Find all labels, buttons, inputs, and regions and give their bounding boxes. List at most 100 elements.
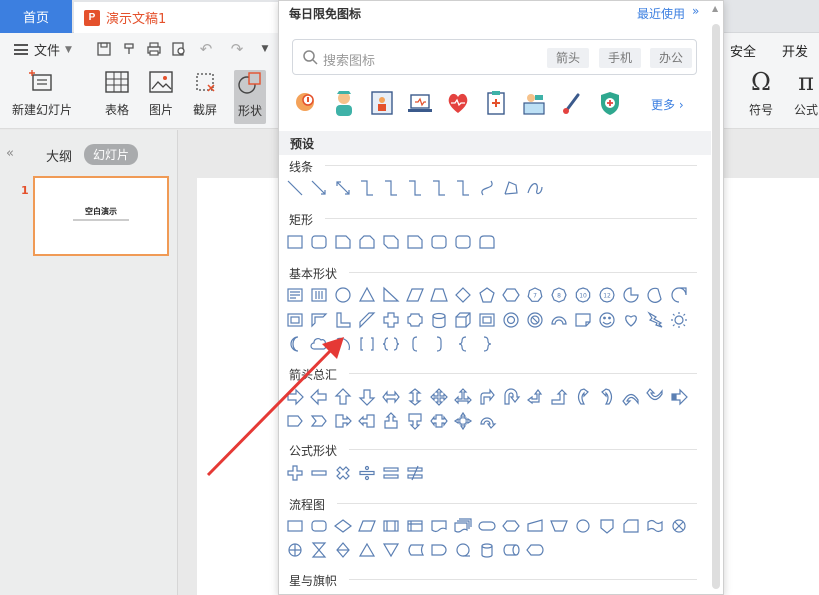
formula-shape-1[interactable] [287, 465, 303, 481]
flow-row2-shape-7[interactable] [431, 544, 447, 556]
new-slide-button[interactable]: 新建幻灯片 [12, 69, 72, 118]
basic-row2-shape-16[interactable] [647, 311, 663, 328]
flow-row2-shape-11[interactable] [526, 544, 544, 556]
formula-shape-4[interactable] [359, 465, 375, 481]
flow-row2-shape-6[interactable] [408, 544, 425, 556]
basic-row1-shape-17[interactable] [671, 287, 687, 303]
basic-row2-shape-14[interactable] [599, 312, 615, 328]
arrows-row1-shape-17[interactable] [671, 388, 688, 406]
basic-row1-shape-9[interactable] [479, 287, 495, 303]
arrows-row2-shape-7[interactable] [430, 414, 448, 428]
tab-outline[interactable]: 大纲 [46, 146, 72, 165]
screenshot-button[interactable]: 截屏 [192, 69, 218, 118]
arrows-row1-shape-10[interactable] [504, 388, 521, 405]
basic-row2-shape-17[interactable] [671, 312, 687, 328]
collapse-panel-icon[interactable]: « [6, 146, 14, 161]
basic-row1-shape-11[interactable]: 7 [527, 287, 543, 302]
lines-shape-9[interactable] [481, 180, 493, 196]
basic-row2-shape-1[interactable] [287, 313, 303, 327]
arrows-row1-shape-13[interactable] [577, 388, 589, 405]
tab-home[interactable]: 首页 [0, 0, 72, 33]
arrows-row2-shape-3[interactable] [335, 414, 352, 428]
tab-document[interactable]: P 演示文稿1 [74, 2, 284, 33]
arrows-row1-shape-11[interactable] [527, 389, 543, 405]
rect-shape-3[interactable] [335, 235, 351, 249]
arrows-row1-shape-3[interactable] [334, 388, 352, 405]
basic-row1-shape-7[interactable] [430, 288, 448, 302]
shape-button[interactable]: 形状 [234, 70, 266, 124]
formula-button[interactable]: π 公式 [793, 68, 819, 118]
print-preview-icon[interactable] [170, 40, 188, 58]
basic-row2-shape-11[interactable] [527, 312, 543, 328]
flow-row1-shape-2[interactable] [311, 520, 327, 532]
flow-row2-shape-9[interactable] [481, 543, 493, 558]
arrows-row2-shape-2[interactable] [310, 415, 327, 427]
flow-row1-shape-9[interactable] [478, 521, 496, 531]
basic-row3-shape-6[interactable] [412, 336, 418, 352]
flow-row1-shape-5[interactable] [383, 520, 399, 532]
flow-row1-shape-10[interactable] [502, 520, 520, 532]
flow-row1-shape-6[interactable] [407, 520, 423, 532]
format-painter-icon[interactable] [120, 40, 138, 58]
flow-row2-shape-1[interactable] [288, 543, 302, 557]
basic-row1-shape-13[interactable]: 10 [575, 287, 591, 303]
arrows-row2-shape-1[interactable] [287, 415, 303, 427]
flow-row1-shape-12[interactable] [550, 520, 568, 532]
arrows-row1-shape-2[interactable] [310, 388, 327, 406]
basic-row2-shape-2[interactable] [311, 313, 328, 328]
flow-row1-shape-15[interactable] [623, 519, 639, 533]
rect-shape-9[interactable] [479, 235, 495, 249]
lines-shape-11[interactable] [527, 183, 543, 195]
arrows-row1-shape-5[interactable] [382, 390, 400, 404]
lines-shape-5[interactable] [385, 180, 397, 196]
arrows-row1-shape-7[interactable] [430, 388, 448, 406]
save-icon[interactable] [95, 40, 113, 58]
flow-row1-shape-16[interactable] [647, 519, 663, 533]
flow-row2-shape-3[interactable] [336, 542, 350, 558]
formula-shape-6[interactable] [407, 465, 423, 481]
flow-row1-shape-3[interactable] [334, 519, 352, 533]
formula-shape-2[interactable] [311, 470, 327, 476]
more-quick-access-icon[interactable]: ▼ [256, 40, 274, 58]
basic-row1-shape-2[interactable] [311, 288, 327, 302]
flow-row1-shape-7[interactable] [431, 520, 447, 533]
basic-row2-shape-13[interactable] [575, 313, 591, 327]
basic-row1-shape-15[interactable] [623, 287, 639, 303]
lines-shape-8[interactable] [457, 180, 469, 196]
lines-shape-4[interactable] [361, 180, 373, 196]
rect-shape-7[interactable] [431, 235, 447, 249]
arrows-row1-shape-15[interactable] [622, 393, 639, 406]
basic-row2-shape-9[interactable] [479, 313, 495, 327]
basic-row1-shape-1[interactable] [287, 288, 303, 302]
arrows-row1-shape-9[interactable] [480, 388, 495, 405]
flow-row2-shape-8[interactable] [456, 543, 470, 557]
basic-row2-shape-5[interactable] [383, 312, 399, 328]
flow-row1-shape-8[interactable] [454, 518, 472, 533]
basic-row2-shape-4[interactable] [359, 312, 376, 329]
basic-row1-shape-10[interactable] [502, 288, 520, 302]
flow-row2-shape-2[interactable] [311, 542, 327, 558]
basic-row2-shape-6[interactable] [407, 313, 423, 327]
formula-shape-5[interactable] [383, 467, 399, 479]
flow-row1-shape-11[interactable] [527, 519, 543, 532]
basic-row2-shape-10[interactable] [503, 312, 519, 328]
basic-row3-shape-1[interactable] [290, 336, 299, 352]
slide-thumbnail[interactable]: 空白演示 [33, 176, 169, 256]
undo-icon[interactable]: ↶ [197, 40, 215, 58]
basic-row1-shape-12[interactable]: 8 [551, 287, 567, 303]
basic-row2-shape-8[interactable] [455, 312, 471, 328]
basic-row1-shape-8[interactable] [455, 287, 471, 303]
basic-row1-shape-4[interactable] [358, 286, 376, 302]
rect-shape-6[interactable] [407, 235, 423, 249]
arrows-row1-shape-14[interactable] [601, 388, 613, 405]
flow-row1-shape-4[interactable] [358, 520, 376, 532]
arrows-row1-shape-4[interactable] [358, 389, 376, 406]
lines-shape-10[interactable] [504, 181, 518, 195]
flow-row2-shape-4[interactable] [358, 542, 376, 557]
tab-slides[interactable]: 幻灯片 [84, 144, 139, 165]
basic-row2-shape-12[interactable] [551, 316, 567, 325]
flow-row2-shape-10[interactable] [503, 544, 520, 556]
lines-shape-7[interactable] [433, 180, 445, 196]
file-menu-button[interactable]: 文件 ▼ [14, 40, 72, 59]
flow-row1-shape-17[interactable] [672, 519, 686, 533]
